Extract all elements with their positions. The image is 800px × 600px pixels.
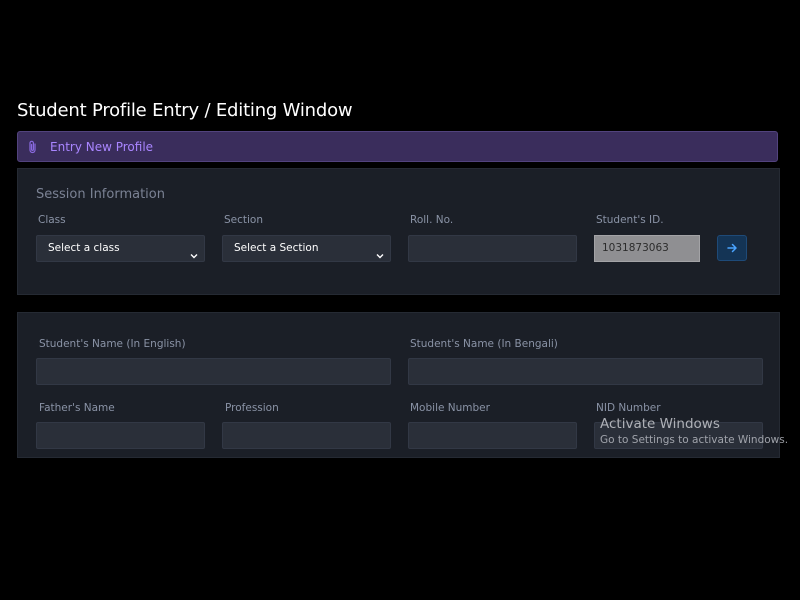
arrow-right-icon [727,243,737,253]
class-select[interactable]: Select a class [36,235,205,262]
paperclip-icon [28,139,38,154]
section-select-value: Select a Section [234,242,319,254]
chevron-down-icon [376,245,384,259]
student-name-english-label: Student's Name (In English) [39,338,186,350]
student-id-label: Student's ID. [596,214,664,226]
section-select[interactable]: Select a Section [222,235,391,262]
roll-label: Roll. No. [410,214,454,226]
mobile-number-input[interactable] [408,422,577,449]
activate-windows-watermark: Activate Windows Go to Settings to activ… [600,416,788,446]
page-title: Student Profile Entry / Editing Window [17,100,353,121]
father-name-label: Father's Name [39,402,115,414]
roll-number-input[interactable] [408,235,577,262]
chevron-down-icon [190,245,198,259]
class-label: Class [38,214,66,226]
session-information-card: Session Information Class Select a class… [17,168,780,295]
page: Student Profile Entry / Editing Window E… [0,0,800,600]
student-name-english-input[interactable] [36,358,391,385]
class-select-value: Select a class [48,242,120,254]
session-heading: Session Information [36,187,165,202]
watermark-subtitle: Go to Settings to activate Windows. [600,434,789,446]
profession-label: Profession [225,402,279,414]
student-name-bengali-input[interactable] [408,358,763,385]
student-id-field[interactable]: 1031873063 [594,235,700,262]
father-name-input[interactable] [36,422,205,449]
watermark-title: Activate Windows [600,416,720,432]
mobile-number-label: Mobile Number [410,402,490,414]
go-button[interactable] [717,235,747,261]
nid-number-label: NID Number [596,402,661,414]
banner-label: Entry New Profile [50,140,154,154]
student-name-bengali-label: Student's Name (In Bengali) [410,338,558,350]
profession-input[interactable] [222,422,391,449]
entry-new-profile-banner[interactable]: Entry New Profile [17,131,778,162]
section-label: Section [224,214,264,226]
